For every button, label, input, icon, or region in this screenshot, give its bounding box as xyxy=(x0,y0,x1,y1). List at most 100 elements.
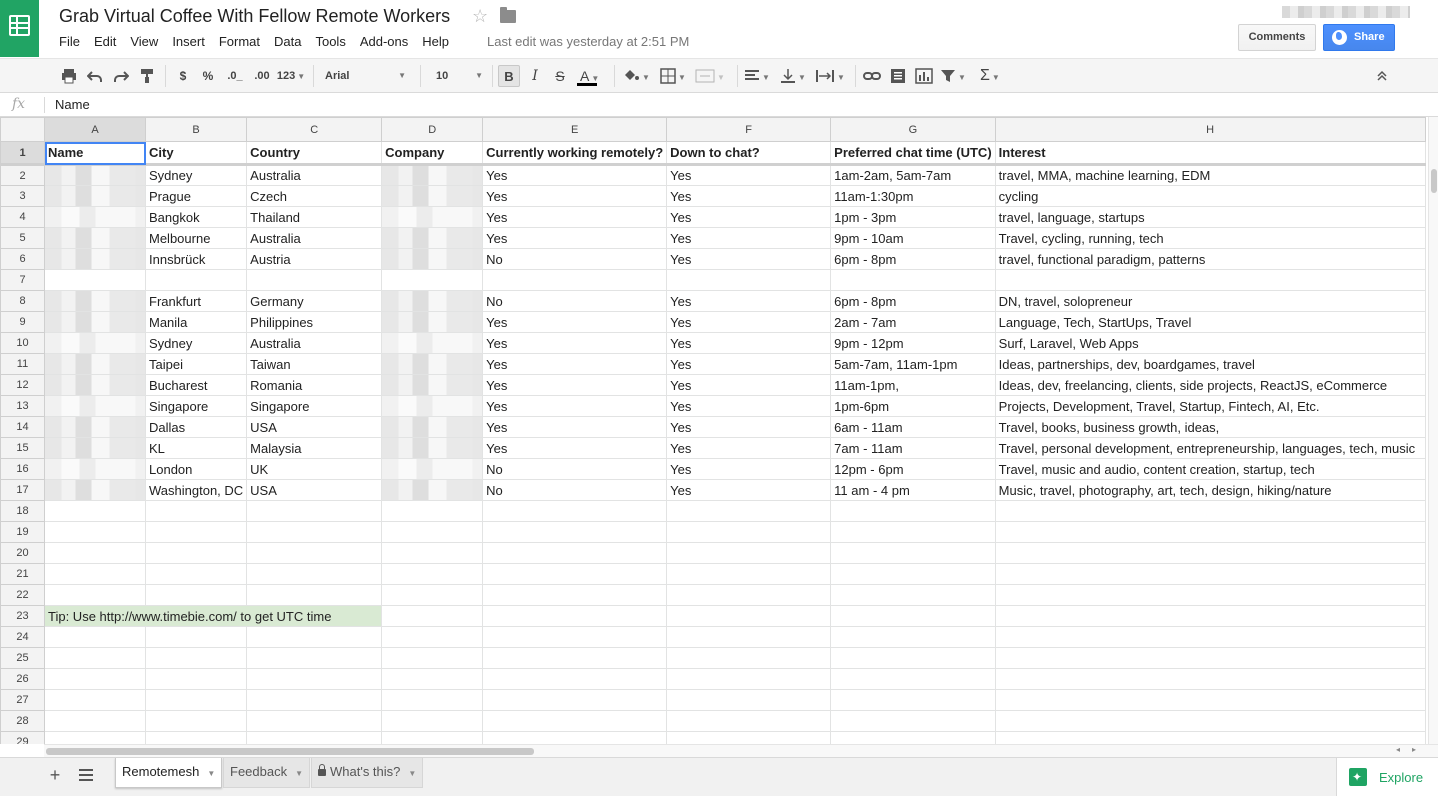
vertical-align-button[interactable]: ▼ xyxy=(780,65,812,87)
tip-cell[interactable]: Tip: Use http://www.timebie.com/ to get … xyxy=(43,605,383,627)
empty-cell[interactable] xyxy=(666,542,832,564)
empty-cell[interactable] xyxy=(246,647,383,669)
row-header[interactable]: 2 xyxy=(0,164,45,186)
cell-interest[interactable]: Surf, Laravel, Web Apps xyxy=(994,332,1426,354)
paint-format-icon[interactable] xyxy=(138,65,156,87)
merge-cells-button[interactable]: ▼ xyxy=(695,65,729,87)
cell-company-redacted[interactable] xyxy=(381,479,484,501)
cell-remote[interactable]: No xyxy=(482,458,668,480)
menu-format[interactable]: Format xyxy=(212,33,267,51)
row-header[interactable]: 9 xyxy=(0,311,45,333)
empty-cell[interactable] xyxy=(666,626,832,648)
add-sheet-button[interactable]: + xyxy=(46,765,64,785)
cell-company-redacted[interactable] xyxy=(381,227,484,249)
scroll-right-icon[interactable]: ▸ xyxy=(1412,745,1416,754)
cell-company-redacted[interactable] xyxy=(381,206,484,228)
cell-down-to-chat[interactable]: Yes xyxy=(666,332,832,354)
vertical-scrollbar[interactable] xyxy=(1428,117,1438,744)
menu-insert[interactable]: Insert xyxy=(165,33,212,51)
cell-company-redacted[interactable] xyxy=(381,416,484,438)
font-size-select[interactable]: 10 ▼ xyxy=(428,65,488,87)
empty-cell[interactable] xyxy=(994,731,1426,744)
functions-button[interactable]: Σ ▼ xyxy=(980,65,1010,87)
cell-city[interactable] xyxy=(144,269,248,291)
percent-format-button[interactable]: % xyxy=(200,65,216,87)
empty-cell[interactable] xyxy=(830,500,996,522)
row-header[interactable]: 20 xyxy=(0,542,45,564)
empty-cell[interactable] xyxy=(830,563,996,585)
empty-cell[interactable] xyxy=(994,542,1426,564)
cell-country[interactable]: USA xyxy=(246,479,383,501)
row-header[interactable]: 13 xyxy=(0,395,45,417)
header-cell-interest[interactable]: Interest xyxy=(994,141,1426,166)
cell-remote[interactable]: Yes xyxy=(482,353,668,375)
empty-cell[interactable] xyxy=(830,605,996,627)
empty-cell[interactable] xyxy=(144,668,248,690)
empty-cell[interactable] xyxy=(830,584,996,606)
cell-name-redacted[interactable] xyxy=(44,290,146,312)
cell-down-to-chat[interactable]: Yes xyxy=(666,290,832,312)
cell-chat-time[interactable] xyxy=(830,269,996,291)
insert-chart-icon[interactable] xyxy=(914,65,934,87)
cell-down-to-chat[interactable] xyxy=(666,269,832,291)
cell-remote[interactable]: Yes xyxy=(482,206,668,228)
cell-down-to-chat[interactable]: Yes xyxy=(666,458,832,480)
empty-cell[interactable] xyxy=(830,689,996,711)
horizontal-align-button[interactable]: ▼ xyxy=(744,65,776,87)
empty-cell[interactable] xyxy=(381,542,484,564)
empty-cell[interactable] xyxy=(144,521,248,543)
cell-city[interactable]: Bangkok xyxy=(144,206,248,228)
empty-cell[interactable] xyxy=(666,584,832,606)
empty-cell[interactable] xyxy=(666,605,832,627)
cell-chat-time[interactable]: 12pm - 6pm xyxy=(830,458,996,480)
empty-cell[interactable] xyxy=(246,500,383,522)
empty-cell[interactable] xyxy=(44,521,146,543)
empty-cell[interactable] xyxy=(994,689,1426,711)
cell-country[interactable]: Czech xyxy=(246,185,383,207)
cell-country[interactable]: Germany xyxy=(246,290,383,312)
row-header[interactable]: 12 xyxy=(0,374,45,396)
explore-button[interactable]: Explore xyxy=(1336,758,1438,796)
formula-input[interactable]: Name xyxy=(55,97,90,112)
header-cell-company[interactable]: Company xyxy=(381,141,484,166)
vertical-scroll-thumb[interactable] xyxy=(1431,169,1437,193)
cell-company-redacted[interactable] xyxy=(381,332,484,354)
empty-cell[interactable] xyxy=(44,542,146,564)
empty-cell[interactable] xyxy=(246,710,383,732)
share-button[interactable]: Share xyxy=(1323,24,1395,51)
empty-cell[interactable] xyxy=(144,689,248,711)
cell-country[interactable]: UK xyxy=(246,458,383,480)
sheets-logo-icon[interactable] xyxy=(0,0,39,57)
empty-cell[interactable] xyxy=(246,626,383,648)
cell-country[interactable]: Australia xyxy=(246,332,383,354)
empty-cell[interactable] xyxy=(830,542,996,564)
cell-interest[interactable]: travel, MMA, machine learning, EDM xyxy=(994,164,1426,186)
filter-button[interactable]: ▼ xyxy=(940,65,974,87)
empty-cell[interactable] xyxy=(830,731,996,744)
folder-icon[interactable] xyxy=(500,7,516,23)
insert-comment-icon[interactable] xyxy=(888,65,908,87)
row-header[interactable]: 11 xyxy=(0,353,45,375)
cell-name[interactable] xyxy=(44,269,146,291)
cell-country[interactable]: Philippines xyxy=(246,311,383,333)
empty-cell[interactable] xyxy=(482,668,668,690)
empty-cell[interactable] xyxy=(246,521,383,543)
cell-down-to-chat[interactable]: Yes xyxy=(666,185,832,207)
empty-cell[interactable] xyxy=(994,668,1426,690)
empty-cell[interactable] xyxy=(994,647,1426,669)
more-formats-button[interactable]: 123 ▼ xyxy=(276,65,306,87)
bold-button[interactable]: B xyxy=(498,65,520,87)
empty-cell[interactable] xyxy=(666,668,832,690)
fill-color-button[interactable]: ▼ xyxy=(622,65,654,87)
cell-interest[interactable]: Projects, Development, Travel, Startup, … xyxy=(994,395,1426,417)
empty-cell[interactable] xyxy=(44,500,146,522)
cell-name-redacted[interactable] xyxy=(44,374,146,396)
cell-city[interactable]: Innsbrück xyxy=(144,248,248,270)
cell-country[interactable]: Australia xyxy=(246,227,383,249)
empty-cell[interactable] xyxy=(830,521,996,543)
cell-chat-time[interactable]: 6pm - 8pm xyxy=(830,290,996,312)
empty-cell[interactable] xyxy=(381,500,484,522)
empty-cell[interactable] xyxy=(246,563,383,585)
cell-down-to-chat[interactable]: Yes xyxy=(666,437,832,459)
empty-cell[interactable] xyxy=(482,731,668,744)
